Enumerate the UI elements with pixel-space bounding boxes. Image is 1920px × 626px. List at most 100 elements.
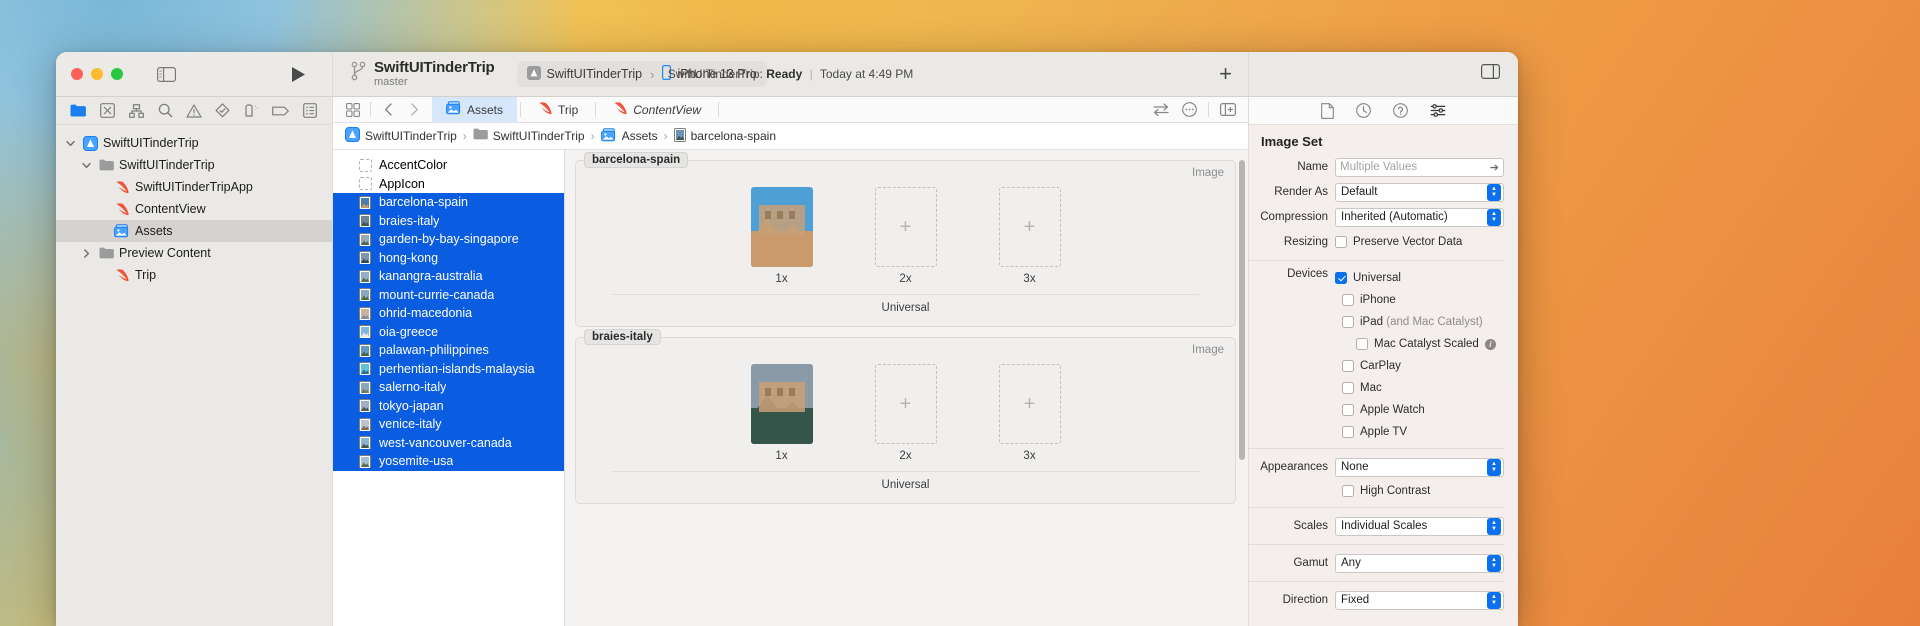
navigator-row[interactable]: Assets: [56, 220, 332, 242]
attributes-inspector-icon[interactable]: [1430, 103, 1446, 118]
disclosure-triangle[interactable]: [80, 249, 93, 258]
add-editor-icon[interactable]: [1216, 98, 1240, 122]
device-checkbox[interactable]: Apple Watch: [1342, 400, 1504, 419]
asset-list-item[interactable]: AccentColor: [333, 156, 564, 175]
device-checkbox[interactable]: iPhone: [1342, 290, 1504, 309]
scale-slot-well[interactable]: [751, 364, 813, 444]
asset-list-item[interactable]: yosemite-usa: [333, 452, 564, 471]
asset-list-item[interactable]: oia-greece: [333, 323, 564, 342]
scale-slot[interactable]: 1x: [751, 364, 813, 462]
device-checkbox[interactable]: Universal: [1335, 268, 1504, 287]
device-checkbox[interactable]: Apple TV: [1342, 422, 1504, 441]
report-icon[interactable]: [295, 100, 324, 122]
warning-icon[interactable]: [180, 100, 209, 122]
device-checkbox[interactable]: CarPlay: [1342, 356, 1504, 375]
breadcrumb-item[interactable]: barcelona-spain: [674, 128, 776, 145]
scale-slot[interactable]: 1x: [751, 187, 813, 285]
navigate-forward-icon[interactable]: [402, 98, 426, 122]
navigator-row[interactable]: Preview Content: [56, 242, 332, 264]
scale-slot[interactable]: +2x: [875, 364, 937, 462]
close-button[interactable]: [71, 68, 83, 80]
test-icon[interactable]: [208, 100, 237, 122]
hierarchy-icon[interactable]: [122, 100, 151, 122]
editor-tab[interactable]: Trip: [524, 97, 592, 122]
add-editor-button[interactable]: +: [1219, 63, 1236, 85]
editor-options-icon[interactable]: [341, 98, 365, 122]
search-icon[interactable]: [151, 100, 180, 122]
asset-list-item[interactable]: kanangra-australia: [333, 267, 564, 286]
disclosure-triangle[interactable]: [80, 161, 93, 170]
scale-slot[interactable]: +3x: [999, 364, 1061, 462]
navigate-back-icon[interactable]: [376, 98, 400, 122]
file-inspector-icon[interactable]: [1321, 103, 1334, 119]
asset-list-item[interactable]: venice-italy: [333, 415, 564, 434]
editor-tab[interactable]: Assets: [432, 97, 517, 122]
asset-list-item[interactable]: ohrid-macedonia: [333, 304, 564, 323]
more-options-icon[interactable]: [1177, 98, 1201, 122]
traffic-lights[interactable]: [71, 68, 123, 80]
breadcrumb[interactable]: SwiftUITinderTrip›SwiftUITinderTrip›Asse…: [333, 123, 1248, 150]
scale-slot[interactable]: +2x: [875, 187, 937, 285]
quick-help-inspector-icon[interactable]: [1393, 103, 1408, 118]
minimize-button[interactable]: [91, 68, 103, 80]
toggle-inspector-icon[interactable]: [1481, 64, 1500, 84]
activity-status-bar[interactable]: SwiftUITinderTrip: Ready | Today at 4:49…: [668, 67, 914, 81]
asset-list-item[interactable]: perhentian-islands-malaysia: [333, 360, 564, 379]
asset-list-item[interactable]: salerno-italy: [333, 378, 564, 397]
asset-list[interactable]: AccentColorAppIconbarcelona-spainbraies-…: [333, 150, 565, 626]
navigator-row[interactable]: ContentView: [56, 198, 332, 220]
zoom-button[interactable]: [111, 68, 123, 80]
scale-slot-well[interactable]: +: [999, 187, 1061, 267]
breadcrumb-item[interactable]: Assets: [601, 128, 658, 145]
asset-list-item[interactable]: hong-kong: [333, 249, 564, 268]
preserve-vector-data-checkbox[interactable]: Preserve Vector Data: [1335, 233, 1462, 252]
name-reveal-icon[interactable]: ➔: [1490, 161, 1499, 174]
asset-list-item[interactable]: tokyo-japan: [333, 397, 564, 416]
compression-select[interactable]: Inherited (Automatic) ▲▼: [1335, 208, 1504, 227]
render-as-select[interactable]: Default ▲▼: [1335, 183, 1504, 202]
source-control-icon[interactable]: [93, 100, 122, 122]
scales-select[interactable]: Individual Scales ▲▼: [1335, 517, 1504, 536]
asset-list-item[interactable]: west-vancouver-canada: [333, 434, 564, 453]
asset-list-item[interactable]: barcelona-spain: [333, 193, 564, 212]
project-navigator-tree[interactable]: SwiftUITinderTripSwiftUITinderTripSwiftU…: [56, 125, 332, 626]
asset-list-item[interactable]: braies-italy: [333, 212, 564, 231]
asset-list-item[interactable]: palawan-philippines: [333, 341, 564, 360]
scheme-info[interactable]: SwiftUITinderTrip master: [345, 60, 495, 88]
compare-versions-icon[interactable]: [1149, 98, 1173, 122]
scale-slot[interactable]: +3x: [999, 187, 1061, 285]
info-icon[interactable]: i: [1485, 339, 1496, 350]
asset-list-item[interactable]: mount-currie-canada: [333, 286, 564, 305]
breakpoint-icon[interactable]: [266, 100, 295, 122]
appearances-select[interactable]: None ▲▼: [1335, 458, 1504, 477]
folder-icon[interactable]: [64, 100, 93, 122]
breadcrumb-item[interactable]: SwiftUITinderTrip: [473, 128, 585, 144]
toggle-navigator-icon[interactable]: [157, 67, 176, 82]
scale-slot-well[interactable]: +: [875, 187, 937, 267]
history-inspector-icon[interactable]: [1356, 103, 1371, 118]
high-contrast-checkbox[interactable]: High Contrast: [1249, 481, 1504, 500]
name-input[interactable]: Multiple Values ➔: [1335, 158, 1504, 177]
editor-tab[interactable]: ContentView: [599, 97, 715, 122]
canvas-scrollbar[interactable]: [1239, 160, 1245, 460]
devices-group[interactable]: DevicesUniversaliPhoneiPad (and Mac Cata…: [1249, 268, 1504, 441]
asset-list-item[interactable]: garden-by-bay-singapore: [333, 230, 564, 249]
breadcrumb-item[interactable]: SwiftUITinderTrip: [345, 127, 457, 145]
scale-slot-well[interactable]: [751, 187, 813, 267]
scale-slot-well[interactable]: +: [999, 364, 1061, 444]
scale-slot-well[interactable]: +: [875, 364, 937, 444]
gamut-select[interactable]: Any ▲▼: [1335, 554, 1504, 573]
run-button[interactable]: [291, 66, 306, 83]
disclosure-triangle[interactable]: [64, 139, 77, 148]
navigator-row[interactable]: SwiftUITinderTripApp: [56, 176, 332, 198]
device-checkbox[interactable]: Mac Catalyst Scaledi: [1356, 334, 1504, 353]
navigator-row[interactable]: SwiftUITinderTrip: [56, 132, 332, 154]
direction-select[interactable]: Fixed ▲▼: [1335, 591, 1504, 610]
editor-tabs[interactable]: Assets Trip ContentView: [432, 97, 715, 122]
navigator-row[interactable]: SwiftUITinderTrip: [56, 154, 332, 176]
device-checkbox[interactable]: iPad (and Mac Catalyst): [1342, 312, 1504, 331]
debug-icon[interactable]: [237, 100, 266, 122]
asset-list-item[interactable]: AppIcon: [333, 175, 564, 194]
device-checkbox[interactable]: Mac: [1342, 378, 1504, 397]
navigator-row[interactable]: Trip: [56, 264, 332, 286]
